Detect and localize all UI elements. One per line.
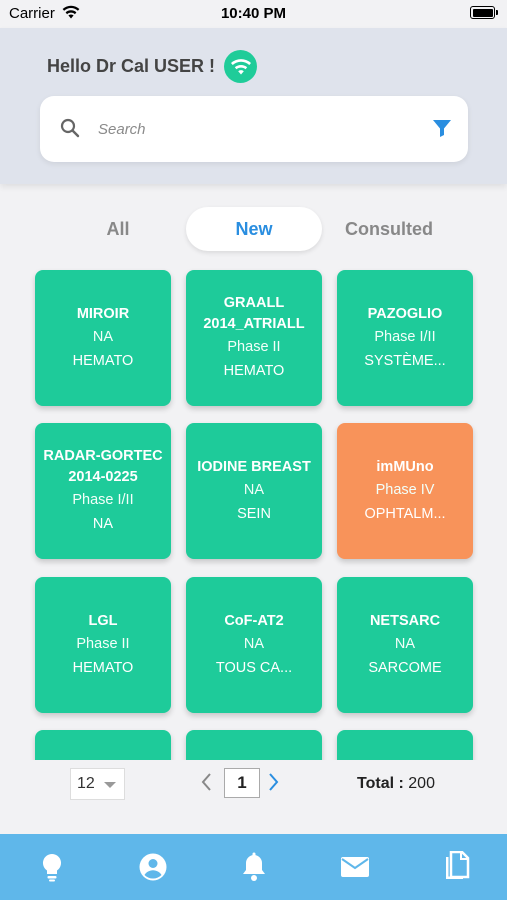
user-icon[interactable] — [136, 850, 170, 884]
study-domain: SEIN — [237, 505, 271, 522]
study-domain: TOUS CA... — [215, 659, 293, 676]
copy-icon[interactable] — [439, 850, 473, 884]
study-card[interactable]: NETSARC NA SARCOME — [337, 577, 473, 713]
study-domain: HEMATO — [223, 363, 285, 379]
study-name: IODINE BREAST — [197, 458, 311, 475]
study-phase: Phase I/II — [374, 328, 436, 345]
study-domain: HEMATO — [72, 352, 134, 369]
study-name: PAZOGLIO — [367, 305, 443, 322]
tab-all[interactable]: All — [70, 207, 166, 251]
study-phase: NA — [92, 328, 114, 345]
study-phase: NA — [394, 635, 416, 652]
study-phase: Phase I/II — [72, 492, 134, 508]
study-phase: Phase II — [76, 635, 130, 652]
total-value: 200 — [408, 775, 435, 792]
study-phase: NA — [243, 635, 265, 652]
tab-new[interactable]: New — [186, 207, 322, 251]
current-page-input[interactable]: 1 — [224, 768, 260, 798]
study-card[interactable]: PAZOGLIO Phase I/II SYSTÈME... — [337, 270, 473, 406]
study-name: LGL — [88, 612, 118, 629]
search-bar — [40, 96, 468, 162]
study-name: CoF-AT2 — [224, 612, 284, 629]
study-card[interactable]: RADAR-GORTEC 2014-0225 Phase I/II NA — [35, 423, 171, 559]
study-card[interactable]: imMUno Phase IV OPHTALM... — [337, 423, 473, 559]
total-count: Total : 200 — [357, 775, 435, 793]
filter-tabs: All New Consulted — [0, 207, 507, 253]
bottom-nav — [0, 834, 507, 900]
battery-icon — [470, 6, 498, 19]
study-card[interactable]: LGL Phase II HEMATO — [35, 577, 171, 713]
total-label: Total : — [357, 775, 404, 792]
study-domain: NA — [92, 516, 114, 532]
study-card[interactable]: GRAALL 2014_ATRIALL Phase II HEMATO — [186, 270, 322, 406]
clock: 10:40 PM — [220, 5, 287, 22]
page-size-select[interactable]: 12 — [70, 768, 125, 800]
study-name: RADAR-GORTEC 2014-0225 — [43, 448, 163, 485]
greeting-text: Hello Dr Cal USER ! — [47, 56, 216, 76]
pagination: 12 1 Total : 200 — [0, 760, 507, 810]
study-domain: OPHTALM... — [364, 505, 446, 522]
study-name: MIROIR — [76, 305, 130, 322]
chevron-down-icon — [104, 782, 116, 788]
study-grid: MIROIR NA HEMATO GRAALL 2014_ATRIALL Pha… — [0, 262, 507, 760]
study-name: imMUno — [376, 458, 434, 475]
study-domain: SARCOME — [368, 659, 442, 676]
study-domain: HEMATO — [72, 659, 134, 676]
status-bar: Carrier 10:40 PM — [0, 0, 507, 28]
study-phase: NA — [243, 481, 265, 498]
lightbulb-icon[interactable] — [35, 850, 69, 884]
wifi-icon[interactable] — [224, 50, 257, 83]
search-icon — [59, 117, 81, 143]
page-size-value: 12 — [77, 775, 95, 792]
study-domain: SYSTÈME... — [364, 352, 446, 369]
study-name: NETSARC — [369, 612, 441, 629]
study-card[interactable]: CoF-AT2 NA TOUS CA... — [186, 577, 322, 713]
study-card-partial[interactable] — [35, 730, 171, 760]
study-card[interactable]: IODINE BREAST NA SEIN — [186, 423, 322, 559]
tab-consulted[interactable]: Consulted — [330, 207, 448, 251]
chevron-left-icon[interactable] — [200, 772, 214, 796]
mail-icon[interactable] — [338, 850, 372, 884]
study-card-partial[interactable] — [337, 730, 473, 760]
study-card-partial[interactable] — [186, 730, 322, 760]
header: Hello Dr Cal USER ! — [0, 28, 507, 184]
study-phase: Phase IV — [375, 481, 435, 498]
filter-icon[interactable] — [432, 118, 452, 142]
chevron-right-icon[interactable] — [266, 772, 280, 796]
study-phase: Phase II — [227, 339, 281, 355]
bell-icon[interactable] — [237, 850, 271, 884]
search-input[interactable] — [98, 116, 408, 142]
study-name: GRAALL 2014_ATRIALL — [203, 295, 305, 332]
study-card[interactable]: MIROIR NA HEMATO — [35, 270, 171, 406]
